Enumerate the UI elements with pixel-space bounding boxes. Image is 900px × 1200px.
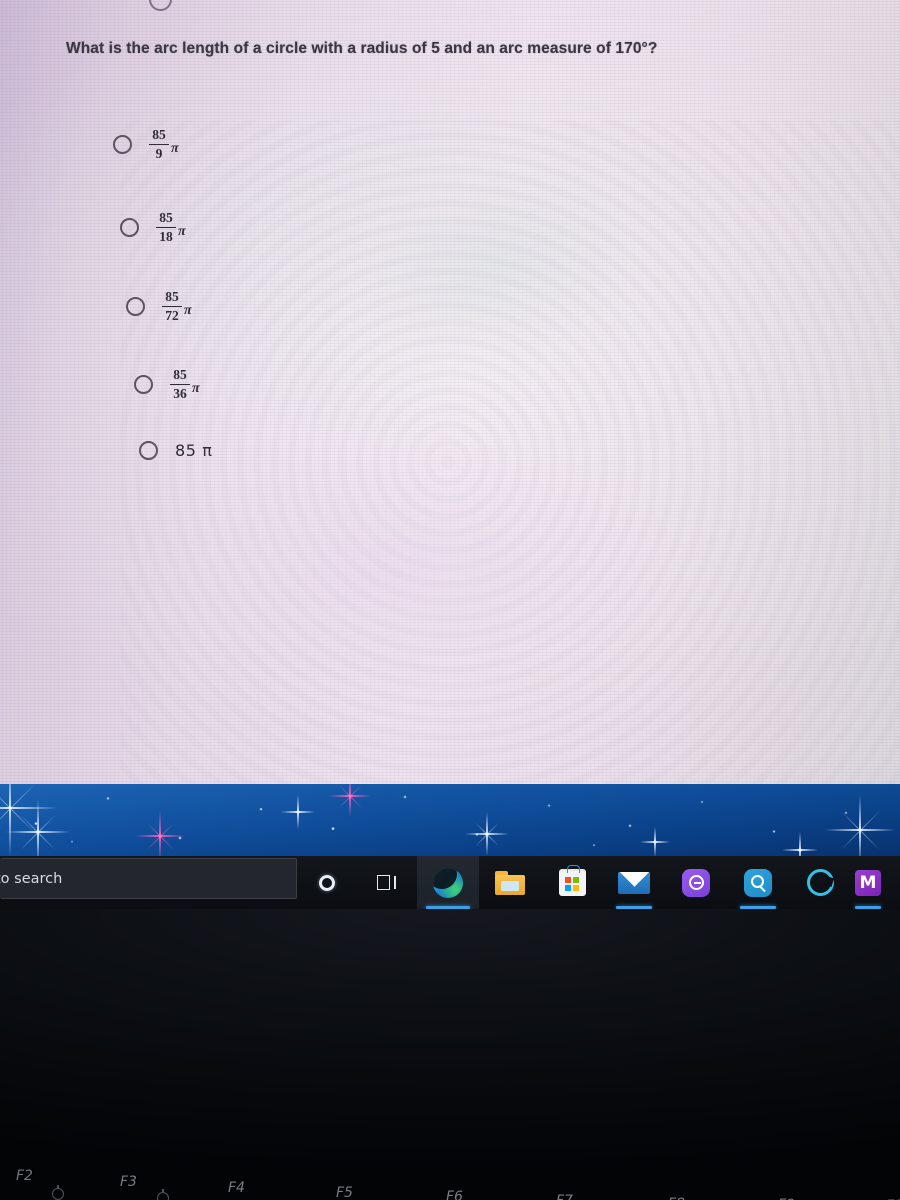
answer-option-5[interactable]: 85 π [139,441,212,460]
desktop-wallpaper [0,784,900,856]
fraction-2-numerator: 85 [159,210,173,225]
key-f7[interactable]: F7 [556,1193,573,1200]
sync-icon [682,868,710,897]
key-f3[interactable]: F3 [120,1174,137,1190]
answer-option-5-value: 85 π [175,441,212,460]
key-f6[interactable]: F6 [446,1189,463,1200]
sparkle-star [0,784,58,856]
fraction-3: 85 72 [162,290,182,323]
fraction-2-denominator: 18 [159,229,173,245]
pi-symbol-3: π [184,302,192,318]
screen-glare-upper [307,112,693,418]
screen-glare-lower [80,430,780,770]
answer-option-1-value: 85 9 π [149,128,179,161]
sparkle-star [281,795,315,829]
radio-button-1[interactable] [113,134,132,154]
magnifier-icon [744,868,772,897]
sparkle-star [329,784,371,817]
fraction-2-bar [156,226,176,229]
brightness-down-icon[interactable] [52,1185,64,1200]
taskbar-app-mail[interactable] [603,856,665,909]
answer-option-3[interactable]: 85 72 π [126,290,192,323]
sparkle-star [135,811,185,856]
answer-option-2-value: 85 18 π [156,211,186,244]
task-view-button[interactable] [357,856,417,909]
pi-symbol-4: π [192,380,200,396]
sparkle-star [825,795,895,856]
taskbar-app-file-explorer[interactable] [479,856,541,909]
laptop-deck [0,909,900,1200]
alexa-ring-icon [806,869,834,896]
sparkle-star [465,812,509,856]
fraction-1-bar [149,143,169,146]
brightness-up-icon[interactable] [157,1189,169,1200]
key-f2[interactable]: F2 [16,1168,33,1184]
windows-taskbar: to search M [0,856,900,909]
sparkle-star [782,832,818,856]
laptop-screen-photo: What is the arc length of a circle with … [0,0,900,1200]
fraction-3-numerator: 85 [165,289,179,304]
key-f8[interactable]: F8 [668,1196,685,1200]
fraction-3-denominator: 72 [165,308,179,324]
key-f4[interactable]: F4 [228,1180,245,1196]
key-f5[interactable]: F5 [336,1185,353,1200]
search-input-text: to search [0,870,63,887]
answer-option-5-text: 85 π [175,441,213,460]
taskbar-app-search[interactable] [727,856,789,909]
answer-option-3-value: 85 72 π [162,290,192,323]
question-text: What is the arc length of a circle with … [66,40,658,57]
answer-option-4-value: 85 36 π [170,368,200,401]
browser-content-area: What is the arc length of a circle with … [0,0,900,784]
fraction-1: 85 9 [149,128,169,161]
taskbar-app-edge[interactable] [417,856,479,909]
sparkle-star [6,800,70,856]
store-icon [558,865,586,896]
fraction-1-numerator: 85 [152,127,166,142]
radio-button-2[interactable] [120,217,139,237]
fraction-2: 85 18 [156,211,176,244]
task-view-icon [377,875,397,890]
cortana-icon [319,874,335,891]
radio-button-5[interactable] [139,441,158,460]
answer-option-2[interactable]: 85 18 π [120,211,186,244]
m-app-icon: M [855,869,881,896]
pi-symbol-1: π [171,140,179,156]
fraction-3-bar [162,305,182,308]
mail-icon [618,871,650,894]
fraction-4-bar [170,383,190,386]
taskbar-app-m[interactable]: M [851,856,885,909]
sparkle-star [640,827,670,856]
answer-option-1[interactable]: 85 9 π [113,128,179,161]
pi-symbol-2: π [178,223,186,239]
folder-icon [495,870,525,895]
taskbar-app-microsoft-store[interactable] [541,856,603,909]
search-input[interactable]: to search [0,858,297,899]
fraction-4: 85 36 [170,368,190,401]
edge-icon [433,867,463,898]
fraction-4-numerator: 85 [173,367,187,382]
cortana-button[interactable] [297,856,357,909]
radio-button-4[interactable] [134,374,153,394]
fraction-1-denominator: 9 [155,146,163,162]
radio-button-cut-off[interactable] [149,0,172,11]
fraction-4-denominator: 36 [173,386,187,402]
taskbar-app-alexa[interactable] [789,856,851,909]
radio-button-3[interactable] [126,296,145,316]
function-key-row: F2 F3 F4 F5 F6 F7 F8 F9 F10 [0,1168,900,1200]
answer-option-4[interactable]: 85 36 π [134,368,200,401]
taskbar-app-sync[interactable] [665,856,727,909]
